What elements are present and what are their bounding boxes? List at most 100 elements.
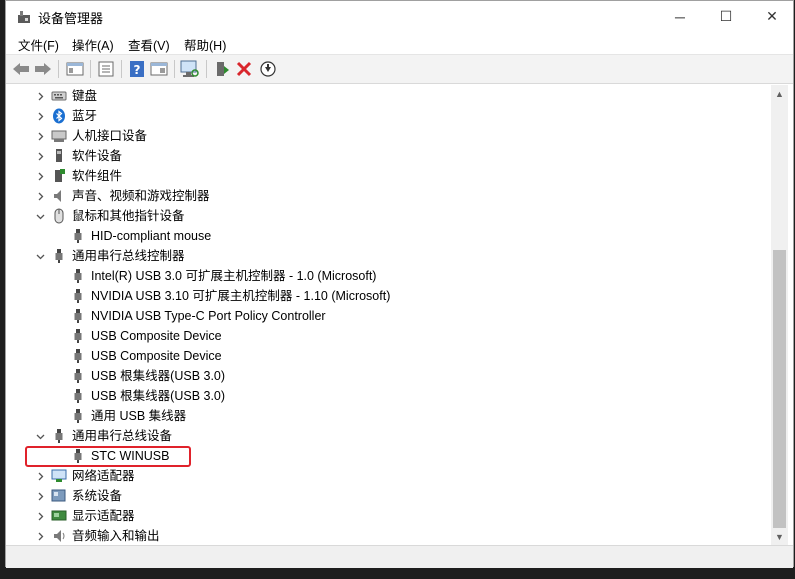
- help-icon: ?: [130, 61, 144, 77]
- system-device-icon: [51, 489, 66, 502]
- tree-category[interactable]: 鼠标和其他指针设备: [7, 206, 767, 226]
- tree-device[interactable]: NVIDIA USB Type-C Port Policy Controller: [7, 306, 767, 326]
- chevron-right-icon[interactable]: [34, 146, 46, 166]
- chevron-down-icon[interactable]: [34, 246, 46, 266]
- menu-bar: 文件(F) 操作(A) 查看(V) 帮助(H): [6, 32, 793, 54]
- display-adapter-icon: [51, 510, 67, 521]
- minimize-button[interactable]: ─: [657, 1, 703, 32]
- scan-hardware-button[interactable]: [180, 59, 200, 79]
- tree-item-label: 显示适配器: [72, 509, 135, 523]
- maximize-icon: ☐: [719, 8, 733, 24]
- back-icon: [13, 63, 29, 75]
- usb-plug-icon: [74, 329, 82, 343]
- tree-category[interactable]: 网络适配器: [7, 466, 767, 486]
- menu-help[interactable]: 帮助(H): [184, 35, 226, 54]
- usb-plug-icon: [74, 349, 82, 363]
- uninstall-device-button[interactable]: [234, 59, 254, 79]
- tree-device[interactable]: USB Composite Device: [7, 346, 767, 366]
- minimize-icon: ─: [675, 8, 685, 25]
- chevron-right-icon[interactable]: [34, 106, 46, 126]
- usb-plug-icon: [55, 249, 63, 263]
- tree-category[interactable]: 键盘: [7, 86, 767, 106]
- window-title: 设备管理器: [38, 11, 104, 26]
- toolbar-separator: [206, 60, 207, 78]
- chevron-down-icon[interactable]: [34, 206, 46, 226]
- properties-button[interactable]: [96, 59, 116, 79]
- action-pane-button[interactable]: [149, 59, 169, 79]
- speaker-icon: [54, 190, 61, 202]
- tree-device[interactable]: HID-compliant mouse: [7, 226, 767, 246]
- tree-item-label: 键盘: [72, 89, 98, 103]
- tree-category[interactable]: 蓝牙: [7, 106, 767, 126]
- tree-device[interactable]: NVIDIA USB 3.10 可扩展主机控制器 - 1.10 (Microso…: [7, 286, 767, 306]
- tree-item-label: 蓝牙: [72, 109, 98, 123]
- usb-plug-icon: [74, 309, 82, 323]
- audio-io-icon: [54, 530, 65, 542]
- title-bar: 设备管理器 ─ ☐ ✕: [6, 1, 793, 32]
- tree-item-label: Intel(R) USB 3.0 可扩展主机控制器 - 1.0 (Microso…: [91, 269, 377, 283]
- menu-action[interactable]: 操作(A): [72, 35, 114, 54]
- chevron-right-icon[interactable]: [34, 526, 46, 545]
- hid-icon: [51, 130, 67, 142]
- update-driver-icon: [217, 62, 229, 76]
- software-component-icon: [55, 169, 65, 182]
- chevron-right-icon[interactable]: [34, 466, 46, 486]
- tree-item-label: 人机接口设备: [72, 129, 148, 143]
- tree-category[interactable]: 声音、视频和游戏控制器: [7, 186, 767, 206]
- tree-item-label: 音频输入和输出: [72, 529, 160, 543]
- vertical-scrollbar[interactable]: ▲ ▼: [771, 85, 788, 545]
- update-driver-button[interactable]: [212, 59, 232, 79]
- usb-plug-icon: [74, 389, 82, 403]
- tree-category[interactable]: 软件组件: [7, 166, 767, 186]
- chevron-right-icon[interactable]: [34, 166, 46, 186]
- show-hide-console-tree-icon: [66, 62, 84, 76]
- status-bar: [6, 545, 793, 568]
- back-button[interactable]: [11, 59, 31, 79]
- scrollbar-thumb[interactable]: [773, 250, 786, 528]
- tree-category[interactable]: 人机接口设备: [7, 126, 767, 146]
- scroll-up-arrow-icon[interactable]: ▲: [771, 85, 788, 102]
- toolbar-separator: [58, 60, 59, 78]
- tree-item-label: USB Composite Device: [91, 349, 222, 363]
- close-icon: ✕: [766, 8, 778, 24]
- background-editor-bottom: [0, 567, 795, 579]
- tree-item-label: 软件设备: [72, 149, 123, 163]
- help-button[interactable]: ?: [127, 59, 147, 79]
- tree-device[interactable]: 通用 USB 集线器: [7, 406, 767, 426]
- tree-category[interactable]: 通用串行总线控制器: [7, 246, 767, 266]
- close-button[interactable]: ✕: [749, 1, 795, 32]
- tree-category[interactable]: 软件设备: [7, 146, 767, 166]
- tree-item-label: USB 根集线器(USB 3.0): [91, 389, 226, 403]
- tree-item-label: USB 根集线器(USB 3.0): [91, 369, 226, 383]
- uninstall-icon: [236, 61, 252, 77]
- chevron-right-icon[interactable]: [34, 506, 46, 526]
- usb-plug-icon: [74, 229, 82, 243]
- chevron-right-icon[interactable]: [34, 186, 46, 206]
- disable-device-button[interactable]: [258, 59, 278, 79]
- tree-category[interactable]: 音频输入和输出: [7, 526, 767, 545]
- tree-item-label: NVIDIA USB Type-C Port Policy Controller: [91, 309, 326, 323]
- tree-device[interactable]: USB 根集线器(USB 3.0): [7, 366, 767, 386]
- scan-hardware-icon: [180, 60, 199, 77]
- scroll-down-arrow-icon[interactable]: ▼: [771, 528, 788, 545]
- tree-device[interactable]: Intel(R) USB 3.0 可扩展主机控制器 - 1.0 (Microso…: [7, 266, 767, 286]
- tree-device[interactable]: USB 根集线器(USB 3.0): [7, 386, 767, 406]
- show-hide-console-tree-button[interactable]: [65, 59, 85, 79]
- tree-device[interactable]: USB Composite Device: [7, 326, 767, 346]
- chevron-right-icon[interactable]: [34, 126, 46, 146]
- tree-item-label: 鼠标和其他指针设备: [72, 209, 185, 223]
- maximize-button[interactable]: ☐: [703, 1, 749, 32]
- tree-category[interactable]: 通用串行总线设备: [7, 426, 767, 446]
- device-tree[interactable]: 键盘蓝牙人机接口设备 软件设备软件组件 声音、视频和游戏控制器鼠标和其他指针设备 HI…: [7, 85, 771, 545]
- tree-category[interactable]: 系统设备: [7, 486, 767, 506]
- menu-file[interactable]: 文件(F): [18, 35, 59, 54]
- usb-plug-icon: [74, 369, 82, 383]
- selection-highlight-box: [25, 446, 191, 467]
- chevron-right-icon[interactable]: [34, 486, 46, 506]
- forward-button[interactable]: [33, 59, 53, 79]
- bluetooth-icon: [53, 108, 65, 124]
- chevron-down-icon[interactable]: [34, 426, 46, 446]
- chevron-right-icon[interactable]: [34, 86, 46, 106]
- tree-category[interactable]: 显示适配器: [7, 506, 767, 526]
- menu-view[interactable]: 查看(V): [128, 35, 170, 54]
